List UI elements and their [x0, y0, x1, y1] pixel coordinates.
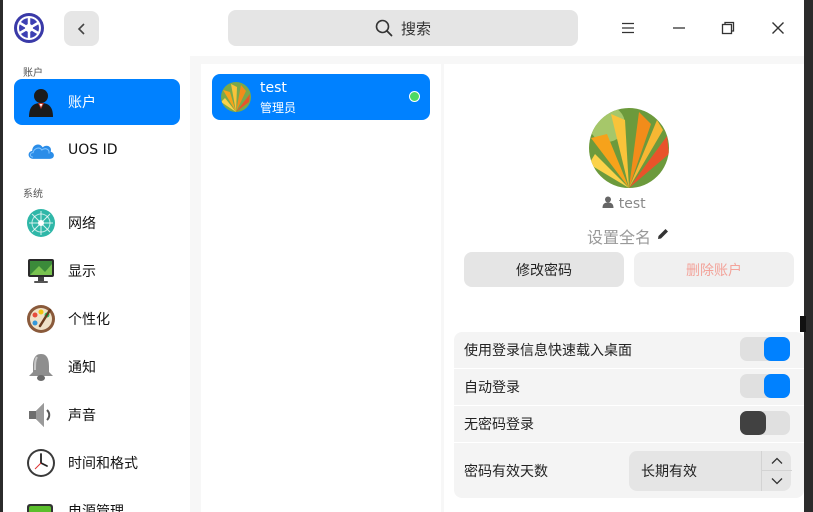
delete-account-button[interactable]: 删除账户: [634, 252, 794, 287]
sidebar-item-label: 个性化: [68, 312, 110, 328]
chevron-up-icon: [771, 457, 783, 464]
sidebar-item-power[interactable]: 电源管理: [14, 488, 180, 512]
chevron-down-icon: [771, 478, 783, 485]
user-icon: [26, 87, 56, 117]
username-row: test: [444, 196, 804, 212]
spin-buttons: [761, 451, 792, 491]
edit-pencil-icon[interactable]: [656, 226, 670, 240]
control-center-window: 搜索 账户 账户 UOS ID 系统 网络 显示 个性化 通知 声音 时间和格式…: [3, 0, 804, 512]
restore-icon: [721, 21, 735, 35]
avatar: [221, 82, 251, 112]
sidebar-item-accounts[interactable]: 账户: [14, 79, 180, 125]
sidebar-section-system: 系统: [23, 189, 43, 200]
chevron-left-icon: [77, 22, 85, 35]
back-button[interactable]: [64, 11, 99, 46]
network-icon: [26, 208, 56, 238]
auto-login-row: 自动登录: [454, 369, 804, 405]
control-center-logo-icon: [13, 12, 45, 44]
auto-login-toggle[interactable]: [740, 374, 790, 398]
sidebar-item-personalization[interactable]: 个性化: [14, 296, 180, 342]
sidebar-item-label: 电源管理: [68, 504, 124, 512]
cloud-icon: [26, 135, 56, 165]
option-label: 无密码登录: [464, 417, 534, 433]
change-password-button[interactable]: 修改密码: [464, 252, 624, 287]
sidebar-item-label: 通知: [68, 360, 96, 376]
fullname-field[interactable]: 设置全名: [444, 224, 794, 248]
nopassword-login-row: 无密码登录: [454, 406, 804, 442]
user-avatar[interactable]: [589, 108, 669, 188]
sidebar-item-network[interactable]: 网络: [14, 200, 180, 246]
sidebar-item-label: 账户: [68, 95, 96, 111]
password-validity-row: 密码有效天数 长期有效: [454, 443, 804, 498]
sidebar-item-display[interactable]: 显示: [14, 248, 180, 294]
quick-login-toggle[interactable]: [740, 337, 790, 361]
nopassword-login-toggle[interactable]: [740, 411, 790, 435]
title-bar: 搜索: [3, 0, 804, 56]
account-detail-panel: test 设置全名 修改密码 删除账户 使用登录信息快速载入桌面 自动登录 无密…: [444, 64, 804, 512]
menu-button[interactable]: [618, 18, 638, 38]
account-list: test 管理员: [201, 64, 441, 512]
account-list-item[interactable]: test 管理员: [212, 74, 430, 120]
minimize-icon: [673, 27, 685, 29]
search-label: 搜索: [400, 19, 431, 38]
password-validity-value: 长期有效: [641, 464, 697, 480]
spin-down-button[interactable]: [762, 471, 792, 491]
bell-icon: [26, 352, 56, 382]
battery-icon: [26, 496, 56, 512]
display-icon: [26, 256, 56, 286]
sidebar-item-label: UOS ID: [68, 142, 118, 158]
sidebar-item-notifications[interactable]: 通知: [14, 344, 180, 390]
search-box[interactable]: 搜索: [228, 10, 578, 46]
sidebar-item-label: 声音: [68, 408, 96, 424]
clock-icon: [26, 448, 56, 478]
search-icon: [375, 19, 393, 37]
username-label: test: [618, 196, 646, 212]
account-role: 管理员: [260, 101, 297, 115]
mouse-cursor: [800, 316, 806, 332]
person-icon: [602, 196, 614, 208]
close-button[interactable]: [768, 18, 788, 38]
account-name: test: [260, 80, 287, 96]
sidebar-item-datetime[interactable]: 时间和格式: [14, 440, 180, 486]
sidebar-item-label: 时间和格式: [68, 456, 138, 472]
sidebar-item-uos-id[interactable]: UOS ID: [14, 127, 180, 173]
speaker-icon: [26, 400, 56, 430]
palette-icon: [26, 304, 56, 334]
minimize-button[interactable]: [669, 18, 689, 38]
spin-up-button[interactable]: [762, 451, 792, 471]
sidebar-item-label: 显示: [68, 264, 96, 280]
option-label: 使用登录信息快速载入桌面: [464, 343, 632, 359]
online-status-indicator: [409, 91, 420, 102]
sidebar-section-accounts: 账户: [23, 68, 43, 79]
password-validity-select[interactable]: 长期有效: [629, 451, 792, 491]
hamburger-menu-icon: [622, 22, 634, 34]
maximize-button[interactable]: [718, 18, 738, 38]
quick-login-row: 使用登录信息快速载入桌面: [454, 332, 804, 368]
option-label: 密码有效天数: [464, 463, 548, 480]
sidebar-item-label: 网络: [68, 216, 96, 232]
option-label: 自动登录: [464, 380, 520, 396]
account-options-group: 使用登录信息快速载入桌面 自动登录 无密码登录 密码有效天数 长期有效: [454, 332, 804, 498]
sidebar-item-sound[interactable]: 声音: [14, 392, 180, 438]
sidebar: 账户 账户 UOS ID 系统 网络 显示 个性化 通知 声音 时间和格式 电源…: [3, 56, 190, 512]
close-icon: [772, 22, 784, 34]
